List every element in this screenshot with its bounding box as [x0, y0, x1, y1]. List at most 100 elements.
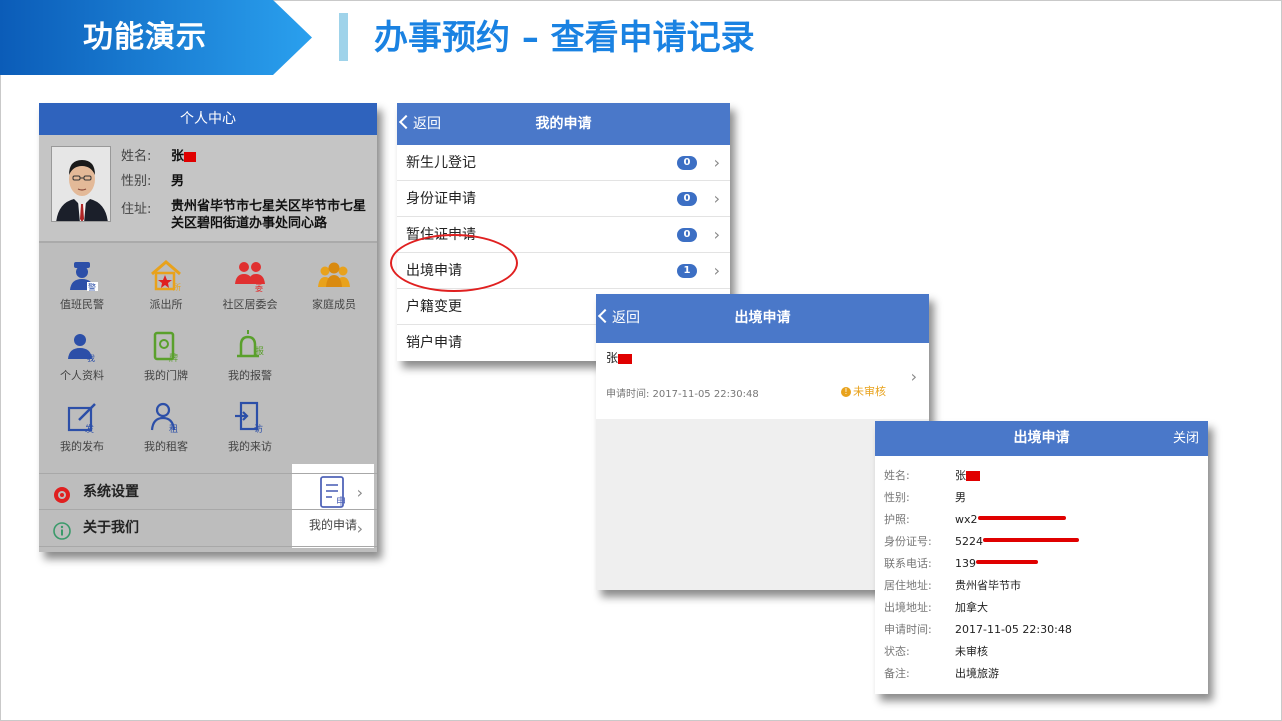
field-value: 加拿大 — [955, 601, 988, 614]
settings-icon — [52, 483, 72, 503]
grid-item-door-plate[interactable]: 牌 我的门牌 — [124, 323, 208, 393]
redaction-mark — [966, 471, 980, 481]
passport-value: wx2 — [955, 513, 978, 526]
application-label: 身份证申请 — [406, 191, 476, 207]
grid-item-publish[interactable]: 发 我的发布 — [40, 394, 124, 464]
field-value: 男 — [955, 491, 966, 504]
back-label: 返回 — [413, 116, 441, 132]
field-label: 性别: — [884, 491, 910, 504]
grid-item-label: 我的来访 — [228, 440, 272, 453]
tenant-icon: 租 — [149, 400, 183, 435]
list-item-about[interactable]: 关于我们 › — [39, 510, 377, 547]
application-row[interactable]: 身份证申请 0 › — [397, 181, 730, 217]
status-badge: ! 未审核 — [841, 383, 886, 399]
grid-item-label: 我的门牌 — [144, 369, 188, 382]
id-value: 5224 — [955, 535, 983, 548]
svg-text:所: 所 — [173, 282, 181, 292]
application-row[interactable]: 新生儿登记 0 › — [397, 145, 730, 181]
detail-navbar: 出境申请 关闭 — [875, 421, 1208, 456]
detail-row-note: 备注: 出境旅游 — [875, 663, 1208, 685]
slide-title: 办事预约 – 查看申请记录 — [374, 18, 755, 58]
grid-item-tenant[interactable]: 租 我的租客 — [124, 394, 208, 464]
redaction-mark — [976, 557, 1038, 567]
chevron-right-icon: › — [713, 189, 720, 208]
phone-value: 139 — [955, 557, 976, 570]
door-plate-icon: 牌 — [149, 329, 183, 364]
grid-item-label: 派出所 — [149, 298, 183, 311]
field-label: 状态: — [884, 645, 910, 658]
grid-item-alarm[interactable]: 报 我的报警 — [208, 323, 292, 393]
count-badge: 0 — [677, 228, 697, 242]
close-button[interactable]: 关闭 — [1173, 421, 1199, 456]
grid-item-police-station[interactable]: 所 派出所 — [124, 252, 208, 322]
publish-icon: 发 — [65, 400, 99, 435]
list-item-settings[interactable]: 系统设置 › — [39, 473, 377, 510]
address-value: 贵州省毕节市七星关区毕节市七星关区碧阳街道办事处同心路 — [171, 199, 367, 231]
exit-application-detail-screen: 出境申请 关闭 姓名: 张 性别: 男 护照: wx2 身份证号: 5224 联… — [875, 421, 1208, 694]
svg-text:报: 报 — [255, 345, 264, 357]
grid-item-label: 家庭成员 — [312, 298, 356, 311]
chevron-right-icon: › — [713, 225, 720, 244]
field-value: wx2 — [955, 509, 1066, 531]
field-value: 贵州省毕节市 — [955, 579, 1021, 592]
grid-item-label: 值班民警 — [60, 298, 104, 311]
grid-item-label: 我的报警 — [228, 369, 272, 382]
gender-value: 男 — [171, 174, 185, 189]
svg-text:警: 警 — [88, 282, 96, 292]
field-value: 未审核 — [955, 645, 988, 658]
highlight-circle — [390, 234, 518, 292]
field-label: 身份证号: — [884, 535, 932, 548]
profile-card: 姓名: 张 性别: 男 住址: 贵州省毕节市七星关区毕节市七星关区碧阳街道办事处同心… — [39, 135, 377, 243]
header-accent-bar — [339, 13, 348, 61]
application-label: 新生儿登记 — [406, 155, 476, 171]
personal-center-navbar: 个人中心 — [39, 103, 377, 135]
police-icon: 警 — [65, 258, 99, 292]
applicant-name: 张 — [606, 349, 633, 366]
field-label: 联系电话: — [884, 557, 932, 570]
detail-row-passport: 护照: wx2 — [875, 509, 1208, 531]
back-button[interactable]: 返回 — [597, 294, 640, 343]
grid-item-personal-info[interactable]: 我 个人资料 — [40, 323, 124, 393]
grid-item-duty-police[interactable]: 警 值班民警 — [40, 252, 124, 322]
function-grid: 警 值班民警 所 派出所 委 社区居委会 家庭成员 我 个人资料 牌 我的门牌 … — [39, 247, 377, 548]
grid-item-label: 我的发布 — [60, 440, 104, 453]
list-item-label: 系统设置 — [83, 484, 139, 500]
field-label: 备注: — [884, 667, 910, 680]
chevron-right-icon: › — [713, 261, 720, 280]
svg-text:我: 我 — [87, 353, 95, 363]
redaction-mark — [983, 535, 1079, 545]
community-committee-icon: 委 — [233, 258, 267, 293]
detail-row-destination: 出境地址: 加拿大 — [875, 597, 1208, 619]
svg-text:租: 租 — [169, 424, 178, 434]
info-icon — [52, 519, 72, 540]
grid-item-community[interactable]: 委 社区居委会 — [208, 252, 292, 322]
detail-fields: 姓名: 张 性别: 男 护照: wx2 身份证号: 5224 联系电话: 139… — [875, 456, 1208, 685]
status-text: 未审核 — [853, 385, 886, 398]
count-badge: 0 — [677, 192, 697, 206]
back-button[interactable]: 返回 — [398, 103, 441, 145]
application-time: 申请时间: 2017-11-05 22:30:48 — [606, 389, 759, 400]
navbar-title: 出境申请 — [734, 310, 791, 326]
address-label: 住址: — [121, 202, 152, 217]
header-tag-label: 功能演示 — [83, 20, 207, 55]
chevron-right-icon: › — [910, 367, 917, 386]
grid-item-visitor[interactable]: 访 我的来访 — [208, 394, 292, 464]
police-station-icon: 所 — [149, 258, 183, 292]
chevron-left-icon — [597, 308, 613, 324]
detail-row-name: 姓名: 张 — [875, 465, 1208, 487]
chevron-left-icon — [398, 114, 414, 130]
gender-label: 性别: — [121, 174, 152, 189]
field-value: 张 — [955, 465, 980, 487]
family-members-icon — [317, 258, 351, 292]
grid-item-label: 社区居委会 — [222, 298, 278, 311]
name-value: 张 — [955, 469, 966, 482]
header-tag: 功能演示 — [0, 0, 312, 75]
redaction-mark — [184, 151, 197, 162]
grid-item-family[interactable]: 家庭成员 — [292, 252, 376, 322]
field-label: 姓名: — [884, 469, 910, 482]
name-label: 姓名: — [121, 149, 152, 164]
application-label: 户籍变更 — [406, 299, 462, 315]
list-item-label: 关于我们 — [83, 520, 139, 536]
exit-application-item[interactable]: 张 申请时间: 2017-11-05 22:30:48 ! 未审核 › — [596, 343, 929, 419]
personal-info-icon: 我 — [65, 329, 99, 363]
